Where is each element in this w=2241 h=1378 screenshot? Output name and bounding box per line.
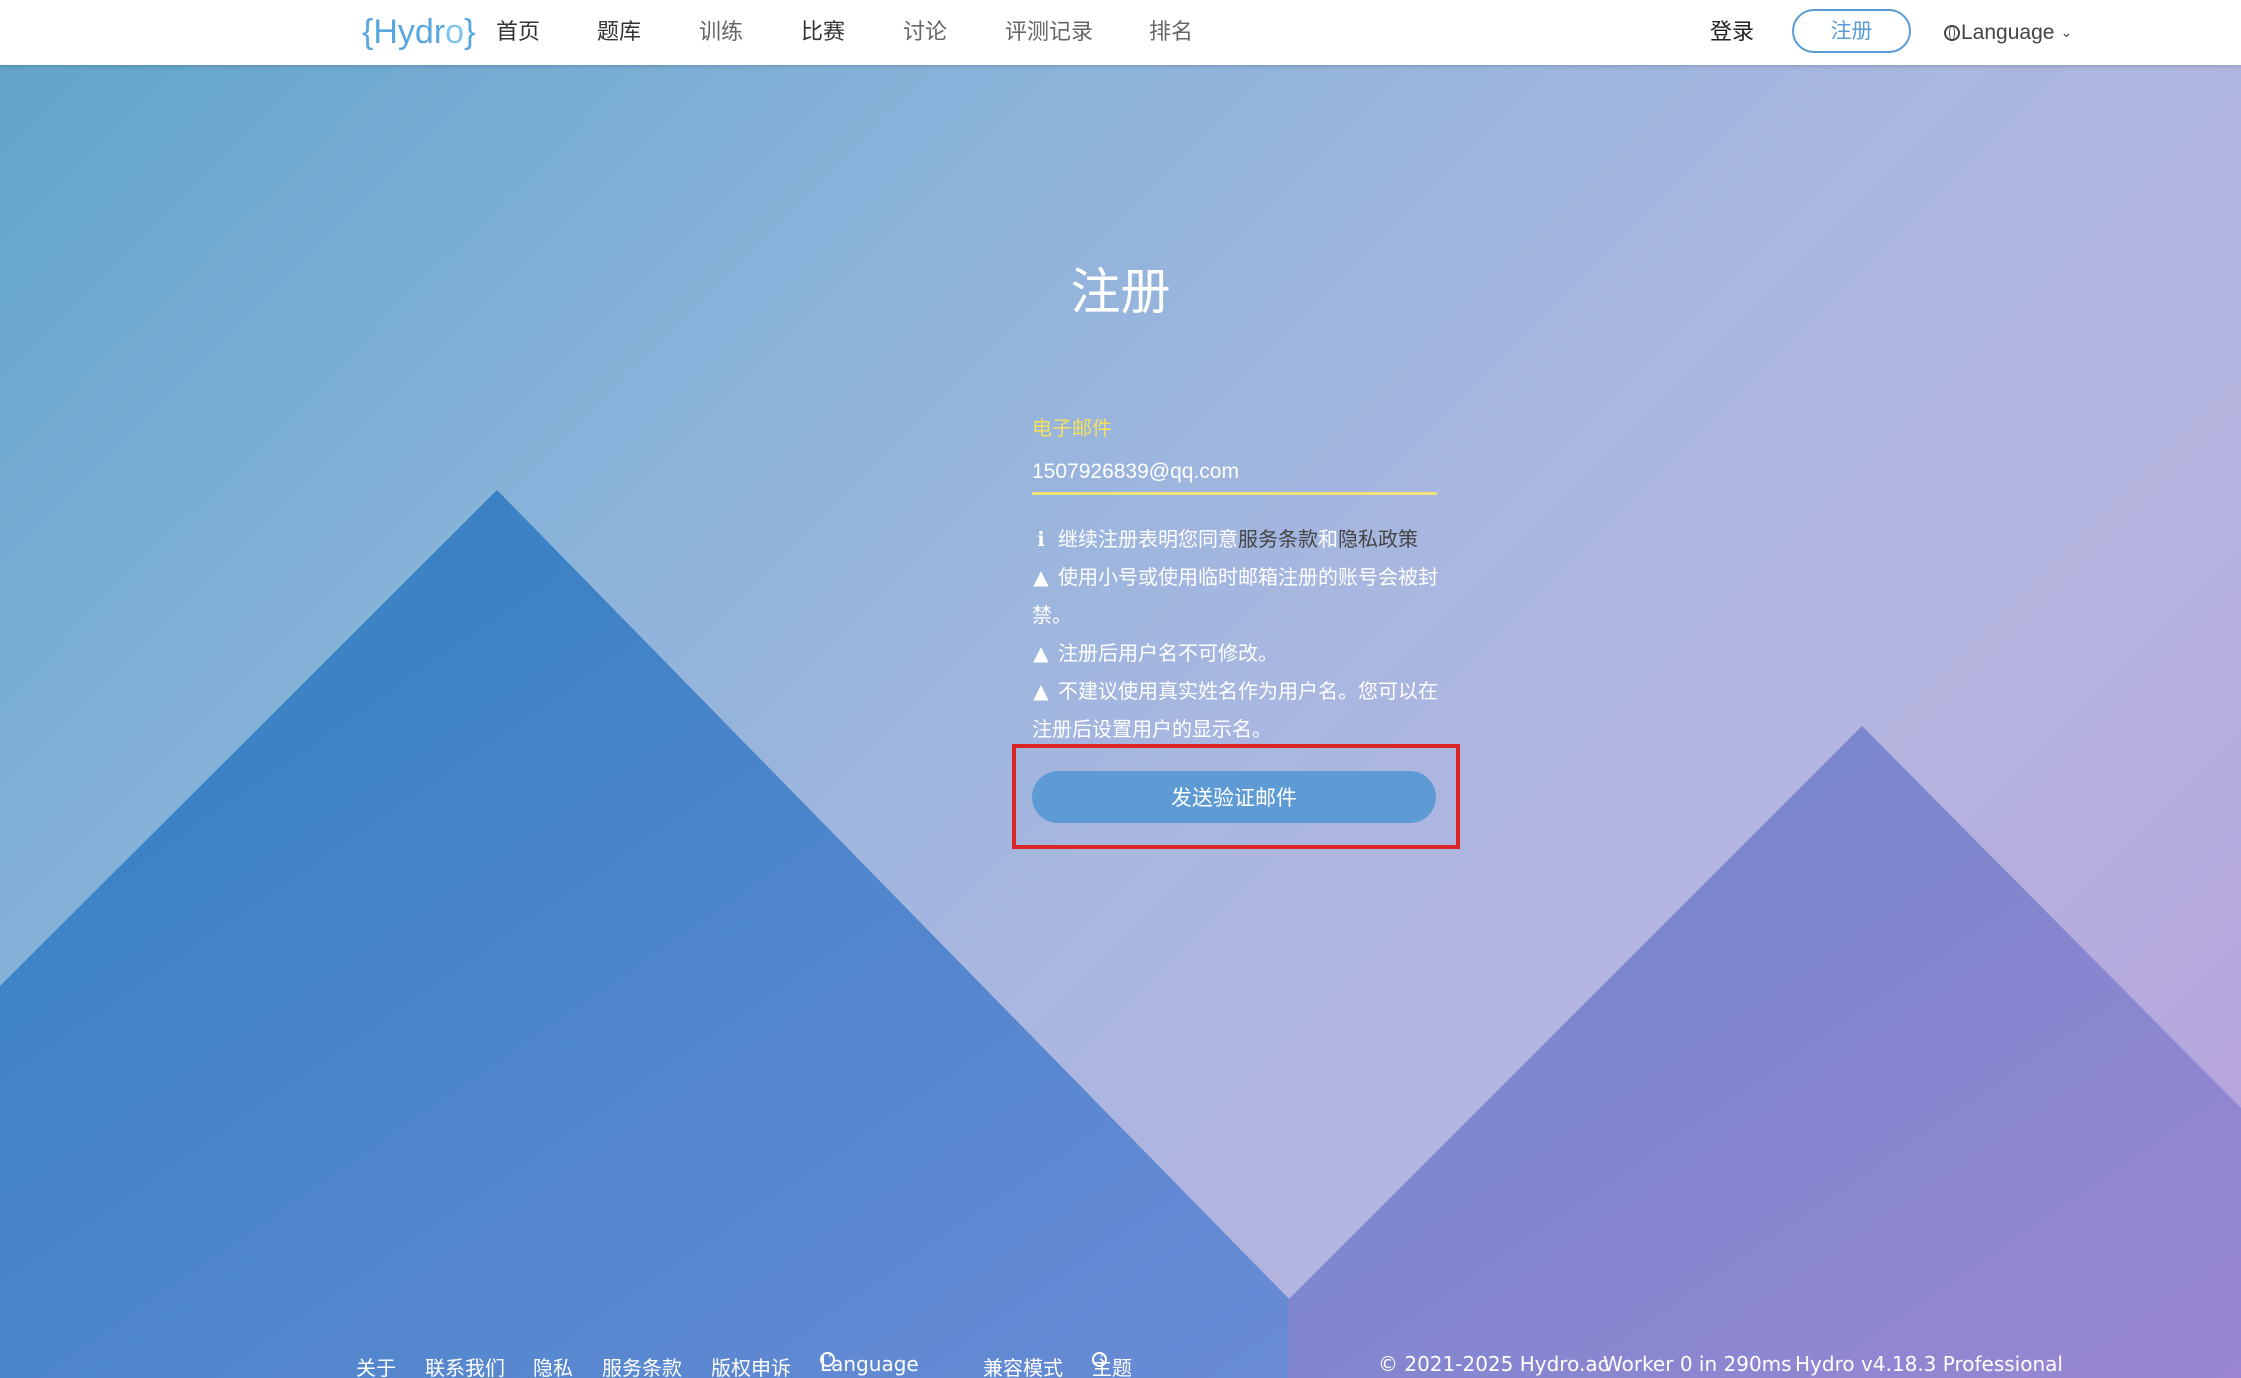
page-title: 注册 xyxy=(1070,263,1171,321)
nav-records[interactable]: 评测记录 xyxy=(1005,0,1093,65)
chevron-down-icon: ⌄ xyxy=(2060,24,2073,40)
email-field[interactable] xyxy=(1032,452,1437,495)
globe-icon xyxy=(1944,25,1960,41)
agreement-note: ℹ 继续注册表明您同意服务条款和隐私政策 xyxy=(1032,520,1442,558)
footer-contact-link[interactable]: 联系我们 xyxy=(425,1352,505,1378)
footer-terms-link[interactable]: 服务条款 xyxy=(602,1352,682,1378)
footer-worker-info: Worker 0 in 290ms xyxy=(1603,1352,1792,1376)
register-button[interactable]: 注册 xyxy=(1792,9,1911,53)
info-icon: ℹ xyxy=(1037,527,1045,551)
footer-about-link[interactable]: 关于 xyxy=(356,1352,396,1378)
footer-copyright: © 2021-2025 Hydro.ac xyxy=(1378,1352,1609,1376)
privacy-link[interactable]: 隐私政策 xyxy=(1338,527,1418,551)
nav-training[interactable]: 训练 xyxy=(699,0,743,65)
warning-icon: ▲ xyxy=(1033,565,1049,589)
language-label: Language xyxy=(1961,21,2055,44)
terms-link[interactable]: 服务条款 xyxy=(1238,527,1318,551)
warning-note: ▲ 注册后用户名不可修改。 xyxy=(1032,634,1442,672)
footer-privacy-link[interactable]: 隐私 xyxy=(533,1352,573,1378)
send-verification-email-button[interactable]: 发送验证邮件 xyxy=(1032,771,1436,823)
water-drop-icon: o xyxy=(445,13,465,51)
warning-note: ▲ 不建议使用真实姓名作为用户名。您可以在注册后设置用户的显示名。 xyxy=(1032,672,1442,748)
hydro-logo[interactable]: {Hydro} xyxy=(362,10,475,54)
register-notes: ℹ 继续注册表明您同意服务条款和隐私政策 ▲ 使用小号或使用临时邮箱注册的账号会被封… xyxy=(1032,520,1442,748)
nav-problems[interactable]: 题库 xyxy=(597,0,641,65)
nav-home[interactable]: 首页 xyxy=(496,0,540,65)
email-label: 电子邮件 xyxy=(1032,416,1112,440)
warning-note: ▲ 使用小号或使用临时邮箱注册的账号会被封禁。 xyxy=(1032,558,1442,634)
login-link[interactable]: 登录 xyxy=(1710,0,1754,65)
warning-icon: ▲ xyxy=(1033,641,1049,665)
footer-dmca-link[interactable]: 版权申诉 xyxy=(711,1352,791,1378)
footer-compat-link[interactable]: 兼容模式 xyxy=(983,1352,1063,1378)
nav-contest[interactable]: 比赛 xyxy=(801,0,845,65)
chevron-up-icon: ⌃ xyxy=(826,1352,837,1367)
footer: 关于 联系我们 隐私 服务条款 版权申诉 Language ⌃ 兼容模式 主题 ⌃ … xyxy=(0,1352,2241,1378)
nav-ranking[interactable]: 排名 xyxy=(1149,0,1193,65)
footer-version: Hydro v4.18.3 Professional xyxy=(1795,1352,2063,1376)
warning-icon: ▲ xyxy=(1033,679,1049,703)
language-dropdown[interactable]: Language ⌄ xyxy=(1944,0,2072,65)
chevron-up-icon: ⌃ xyxy=(1098,1352,1109,1367)
nav-discuss[interactable]: 讨论 xyxy=(903,0,947,65)
top-navbar: {Hydro} 首页 题库 训练 比赛 讨论 评测记录 排名 登录 注册 Lan… xyxy=(0,0,2241,65)
